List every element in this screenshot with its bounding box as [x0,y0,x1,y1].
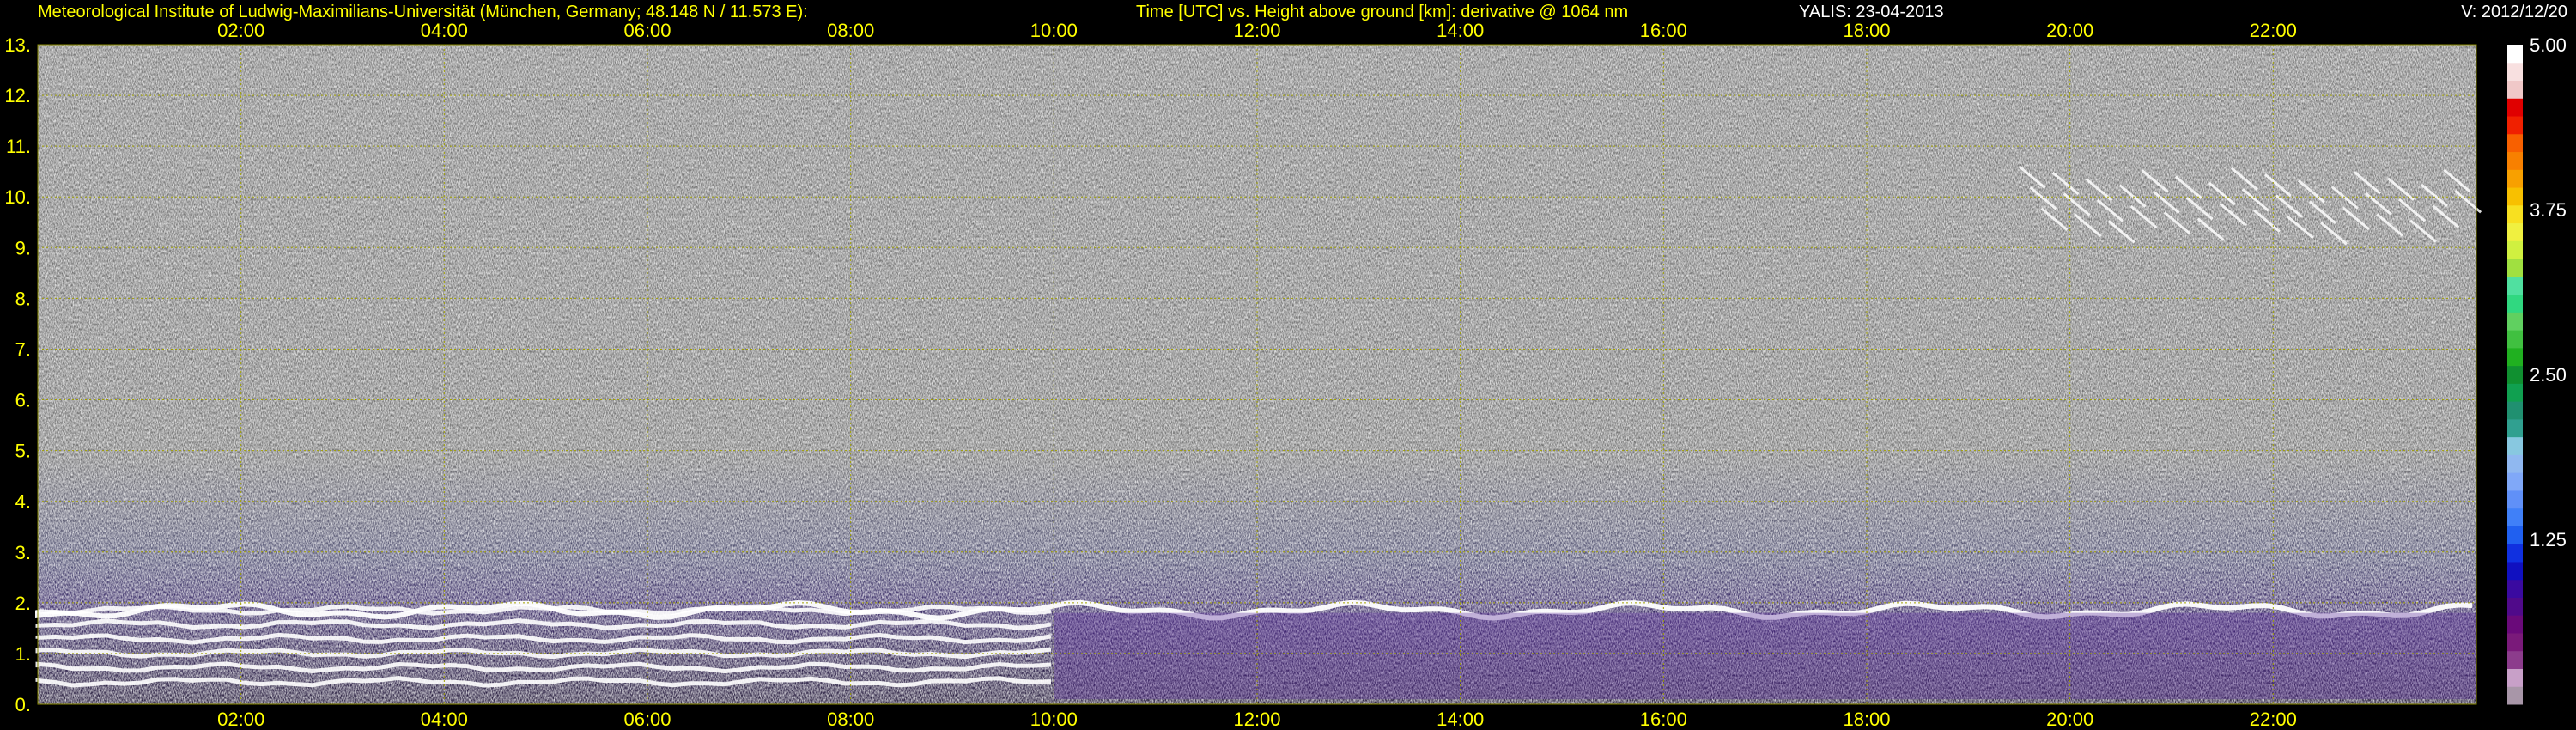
x-tick-label-bottom: 06:00 [623,709,671,730]
colorbar [2507,45,2523,705]
colorbar-segment [2507,80,2523,99]
colorbar-segment [2507,668,2523,687]
colorbar-segment [2507,579,2523,598]
x-axis-top: 02:00 04:00 06:00 08:00 10:00 12:00 14:00 16:00… [217,20,2297,41]
colorbar-segment [2507,597,2523,616]
colorbar-segment [2507,365,2523,384]
colorbar-segment [2507,98,2523,117]
y-tick-label: 2. [15,593,31,614]
x-tick-label-bottom: 22:00 [2250,709,2297,730]
colorbar-segment [2507,561,2523,581]
x-tick-label-top: 06:00 [623,20,671,41]
y-tick-label: 8. [15,288,31,309]
colorbar-segment [2507,383,2523,402]
y-tick-label: 6. [15,390,31,411]
y-tick-label: 5. [15,441,31,462]
colorbar-segment [2507,472,2523,491]
colorbar-segment [2507,490,2523,509]
colorbar-segment [2507,169,2523,188]
x-tick-label-bottom: 02:00 [217,709,264,730]
colorbar-segment [2507,615,2523,634]
plot-area [35,44,2482,705]
colorbar-segment [2507,401,2523,420]
colorbar-segment [2507,544,2523,563]
x-tick-label-bottom: 12:00 [1233,709,1280,730]
y-tick-label: 7. [15,338,31,360]
colorbar-ticks: 1.25 2.50 3.75 5.00 [2530,34,2567,551]
header-institute: Meteorological Institute of Ludwig-Maxim… [38,3,808,21]
colorbar-segment [2507,187,2523,206]
y-tick-label: 1. [15,643,31,665]
x-tick-label-top: 08:00 [827,20,874,41]
colorbar-tick-label: 3.75 [2530,199,2567,221]
colorbar-segment [2507,133,2523,153]
y-tick-label: 0. [15,694,31,715]
colorbar-segment [2507,312,2523,331]
y-tick-label: 12. [4,85,31,106]
x-axis-bottom: 02:00 04:00 06:00 08:00 10:00 12:00 14:00 16:00… [217,709,2297,730]
colorbar-segment [2507,204,2523,224]
y-tick-label: 10. [4,186,31,208]
colorbar-tick-label: 2.50 [2530,364,2567,386]
x-tick-label-bottom: 08:00 [827,709,874,730]
colorbar-segment [2507,650,2523,669]
x-tick-label-top: 22:00 [2250,20,2297,41]
x-tick-label-top: 16:00 [1640,20,1687,41]
x-tick-label-bottom: 14:00 [1437,709,1484,730]
colorbar-segment [2507,294,2523,313]
colorbar-segment [2507,222,2523,241]
y-tick-label: 13. [4,34,31,56]
colorbar-segment [2507,62,2523,82]
colorbar-segment [2507,632,2523,652]
x-tick-label-top: 02:00 [217,20,264,41]
colorbar-segment [2507,686,2523,705]
haze-region [1054,612,2476,700]
colorbar-segment [2507,508,2523,526]
x-tick-label-top: 10:00 [1030,20,1078,41]
header-instrument-date: YALIS: 23-04-2013 [1799,3,1944,21]
header-title: Time [UTC] vs. Height above ground [km]:… [1136,3,1628,21]
y-tick-label: 9. [15,237,31,259]
x-tick-label-bottom: 20:00 [2046,709,2093,730]
colorbar-segment [2507,436,2523,455]
y-tick-label: 3. [15,542,31,563]
y-axis: 0. 1. 2. 3. 4. 5. 6. 7. 8. 9. 10. 11. 12. 13. [4,34,31,715]
x-tick-label-bottom: 18:00 [1843,709,1890,730]
colorbar-segment [2507,240,2523,259]
x-tick-label-top: 14:00 [1437,20,1484,41]
x-tick-label-bottom: 04:00 [421,709,468,730]
colorbar-tick-label: 5.00 [2530,34,2567,56]
x-tick-label-top: 20:00 [2046,20,2093,41]
x-tick-label-top: 18:00 [1843,20,1890,41]
lidar-chart: Meteorological Institute of Ludwig-Maxim… [4,3,2567,730]
colorbar-segment [2507,347,2523,367]
x-tick-label-top: 04:00 [421,20,468,41]
x-tick-label-bottom: 10:00 [1030,709,1078,730]
colorbar-segment [2507,454,2523,473]
colorbar-segment [2507,526,2523,544]
colorbar-segment [2507,330,2523,349]
x-tick-label-bottom: 16:00 [1640,709,1687,730]
colorbar-segment [2507,418,2523,438]
colorbar-segment [2507,276,2523,295]
colorbar-segment [2507,45,2523,64]
colorbar-segment [2507,116,2523,135]
header-version: V: 2012/12/20 [2461,3,2567,21]
colorbar-tick-label: 1.25 [2530,529,2567,551]
x-tick-label-top: 12:00 [1233,20,1280,41]
y-tick-label: 4. [15,491,31,513]
colorbar-segment [2507,151,2523,170]
y-tick-label: 11. [6,136,31,157]
colorbar-segment [2507,259,2523,277]
